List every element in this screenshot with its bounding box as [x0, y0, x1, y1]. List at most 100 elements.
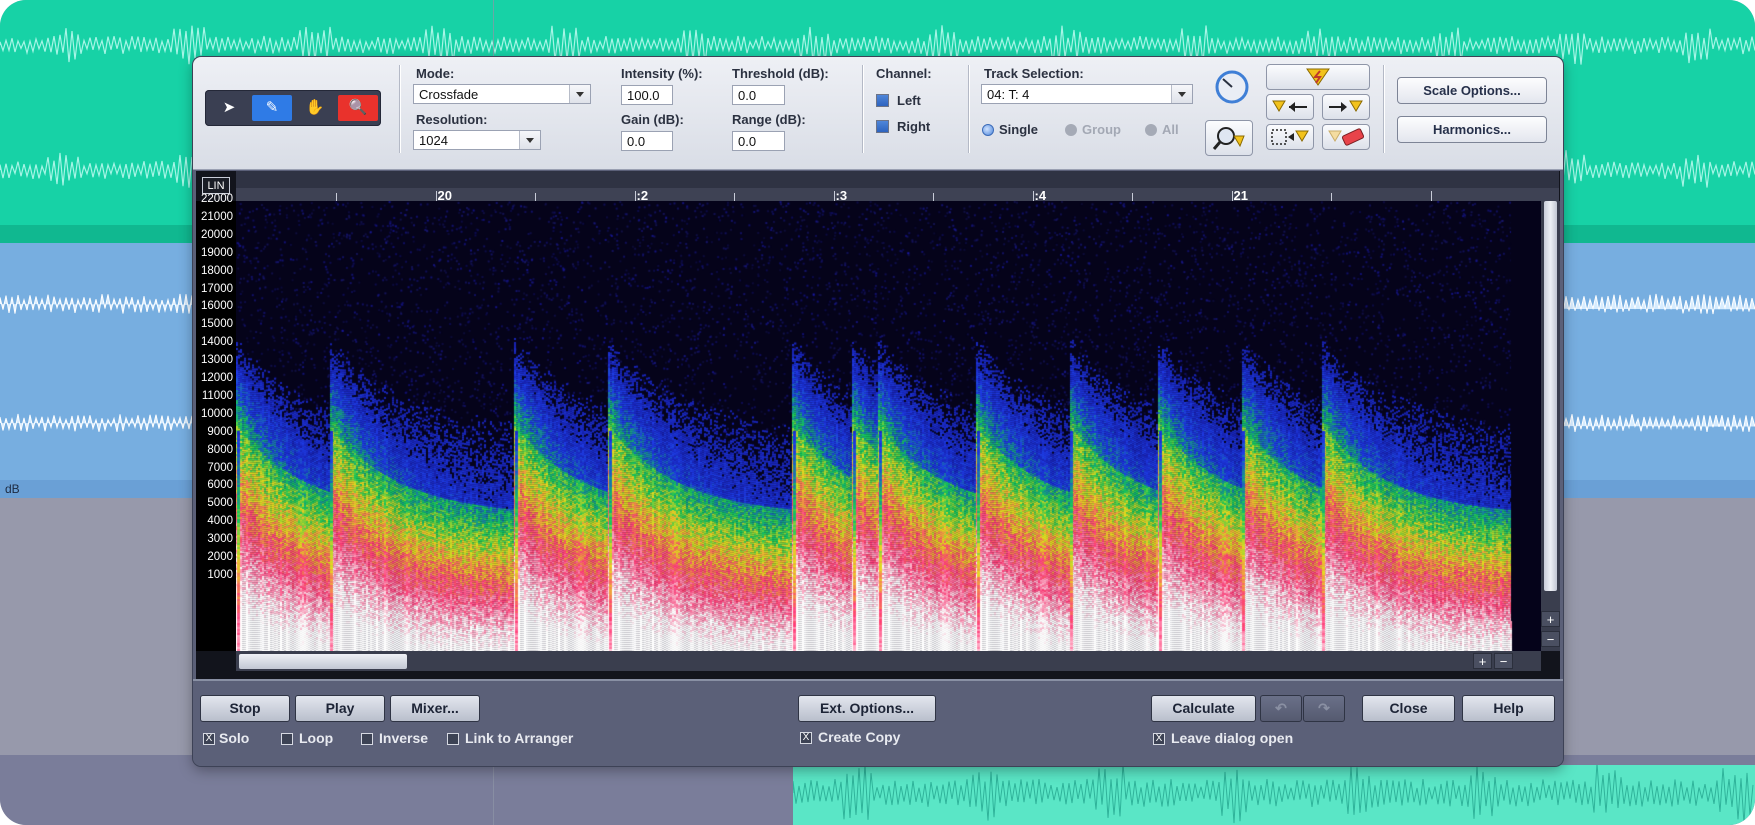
- play-button[interactable]: Play: [295, 695, 385, 722]
- zoom-in-vertical-button[interactable]: +: [1541, 611, 1560, 627]
- frequency-label: 13000: [201, 354, 233, 367]
- ruler-tick: [634, 191, 636, 201]
- leave-dialog-open-checkbox[interactable]: X: [1153, 733, 1165, 745]
- audio-clip-4[interactable]: [792, 762, 1755, 825]
- zoom-in-horizontal-button[interactable]: +: [1473, 653, 1492, 669]
- all-label: All: [1162, 122, 1179, 137]
- frequency-label: 12000: [201, 372, 233, 384]
- vertical-scrollbar[interactable]: + −: [1541, 201, 1560, 651]
- range-field[interactable]: 0.0: [732, 131, 785, 151]
- bottom-controls: Stop Play Mixer... Ext. Options... Calcu…: [193, 679, 1563, 766]
- frequency-axis: 22000 21000 20000 19000 18000 17000 16000 15000…: [196, 193, 236, 651]
- ruler-tick: [933, 193, 934, 201]
- calculate-button[interactable]: Calculate: [1151, 695, 1256, 722]
- threshold-field[interactable]: 0.0: [732, 85, 785, 105]
- link-to-arranger-label: Link to Arranger: [465, 730, 574, 746]
- frequency-label: 22000: [201, 193, 233, 205]
- intensity-field[interactable]: 100.0: [621, 85, 673, 105]
- link-to-arranger-checkbox[interactable]: [447, 733, 459, 745]
- ruler-tick: [435, 191, 437, 201]
- separator: [399, 65, 401, 153]
- all-radio[interactable]: [1145, 124, 1157, 136]
- redo-button[interactable]: ↷: [1303, 695, 1345, 722]
- track-selection-combo[interactable]: 04: T: 4: [981, 84, 1193, 104]
- frequency-label: 1000: [207, 568, 233, 581]
- lightning-arrow-left-icon: [1272, 100, 1307, 112]
- ruler-tick: [1231, 191, 1233, 201]
- ruler-tick: [535, 193, 536, 201]
- frequency-label: 3000: [207, 533, 233, 546]
- resolution-combo[interactable]: 1024: [413, 130, 541, 150]
- frequency-label: 21000: [201, 210, 233, 223]
- ruler-tick: [1132, 193, 1133, 201]
- solo-checkbox[interactable]: X: [203, 733, 215, 745]
- ruler-strip: [236, 171, 1559, 188]
- close-button[interactable]: Close: [1362, 695, 1455, 722]
- ruler-tick: [734, 193, 735, 201]
- spectral-edit-dialog: ➤ ✎ ✋ 🔍 Mode: Crossfade Resolution: 1024…: [193, 57, 1563, 766]
- magnifier-icon[interactable]: 🔍: [338, 95, 378, 121]
- zoom-fit-button[interactable]: [1205, 120, 1253, 156]
- undo-icon: ↶: [1275, 700, 1287, 716]
- zoom-out-vertical-button[interactable]: −: [1541, 631, 1560, 647]
- waveform-4: [792, 762, 1754, 824]
- loop-label: Loop: [299, 730, 334, 746]
- apply-process-button[interactable]: [1266, 64, 1370, 90]
- spectrogram-panel: LIN 20:2:3:4 21 22000 21000 20000 19000 18000…: [196, 171, 1560, 679]
- harmonics-button[interactable]: Harmonics...: [1397, 116, 1547, 143]
- create-copy-checkbox[interactable]: X: [800, 732, 812, 744]
- process-right-button[interactable]: [1322, 94, 1370, 120]
- ruler-tick: [336, 193, 337, 201]
- mode-combo[interactable]: Crossfade: [413, 84, 591, 104]
- single-radio[interactable]: [982, 124, 994, 136]
- ruler-tick: [1032, 191, 1034, 201]
- pencil-icon[interactable]: ✎: [252, 95, 292, 121]
- inverse-checkbox[interactable]: [361, 733, 373, 745]
- frequency-label: 5000: [207, 497, 233, 510]
- separator: [1383, 65, 1385, 153]
- redo-icon: ↷: [1318, 700, 1330, 716]
- range-label: Range (dB):: [732, 112, 806, 127]
- group-label: Group: [1082, 122, 1121, 137]
- chevron-down-icon[interactable]: [1171, 85, 1192, 103]
- erase-button[interactable]: [1322, 124, 1370, 150]
- chevron-down-icon[interactable]: [569, 85, 590, 103]
- time-ruler[interactable]: 20:2:3:4 21: [236, 171, 1559, 203]
- group-radio[interactable]: [1065, 124, 1077, 136]
- loop-checkbox[interactable]: [281, 733, 293, 745]
- left-channel-checkbox[interactable]: [876, 94, 889, 107]
- help-button[interactable]: Help: [1462, 695, 1555, 722]
- spectrogram-image: [236, 201, 1541, 651]
- right-channel-checkbox[interactable]: [876, 120, 889, 133]
- process-selection-button[interactable]: [1266, 124, 1314, 150]
- inverse-label: Inverse: [379, 730, 429, 746]
- channel-label: Channel:: [876, 66, 932, 81]
- spectrogram-canvas[interactable]: [236, 201, 1541, 651]
- horizontal-scrollbar[interactable]: + −: [236, 651, 1541, 671]
- top-toolbar: ➤ ✎ ✋ 🔍 Mode: Crossfade Resolution: 1024…: [193, 57, 1563, 170]
- track-selection-label: Track Selection:: [984, 66, 1084, 81]
- process-left-button[interactable]: [1266, 94, 1314, 120]
- stop-button[interactable]: Stop: [200, 695, 290, 722]
- gain-knob-icon[interactable]: [1213, 68, 1251, 106]
- hand-icon[interactable]: ✋: [295, 95, 335, 121]
- vertical-scroll-thumb[interactable]: [1544, 201, 1557, 591]
- gain-field[interactable]: 0.0: [621, 131, 673, 151]
- horizontal-scroll-thumb[interactable]: [239, 654, 407, 669]
- scale-options-button[interactable]: Scale Options...: [1397, 77, 1547, 104]
- lightning-shield-icon: [1306, 68, 1330, 86]
- lightning-selection-icon: [1271, 129, 1309, 145]
- leave-dialog-open-label: Leave dialog open: [1171, 730, 1294, 746]
- chevron-down-icon[interactable]: [519, 131, 540, 149]
- undo-button[interactable]: ↶: [1260, 695, 1302, 722]
- arrow-pointer-icon[interactable]: ➤: [209, 95, 249, 121]
- create-copy-label: Create Copy: [818, 729, 901, 745]
- gain-label: Gain (dB):: [621, 112, 684, 127]
- lin-scale-toggle[interactable]: LIN: [202, 177, 230, 194]
- frequency-label: 17000: [201, 282, 233, 295]
- mixer-button[interactable]: Mixer...: [390, 695, 480, 722]
- zoom-out-horizontal-button[interactable]: −: [1494, 653, 1513, 669]
- eraser-icon: [1328, 128, 1365, 146]
- ext-options-button[interactable]: Ext. Options...: [798, 695, 936, 722]
- threshold-label: Threshold (dB):: [732, 66, 829, 81]
